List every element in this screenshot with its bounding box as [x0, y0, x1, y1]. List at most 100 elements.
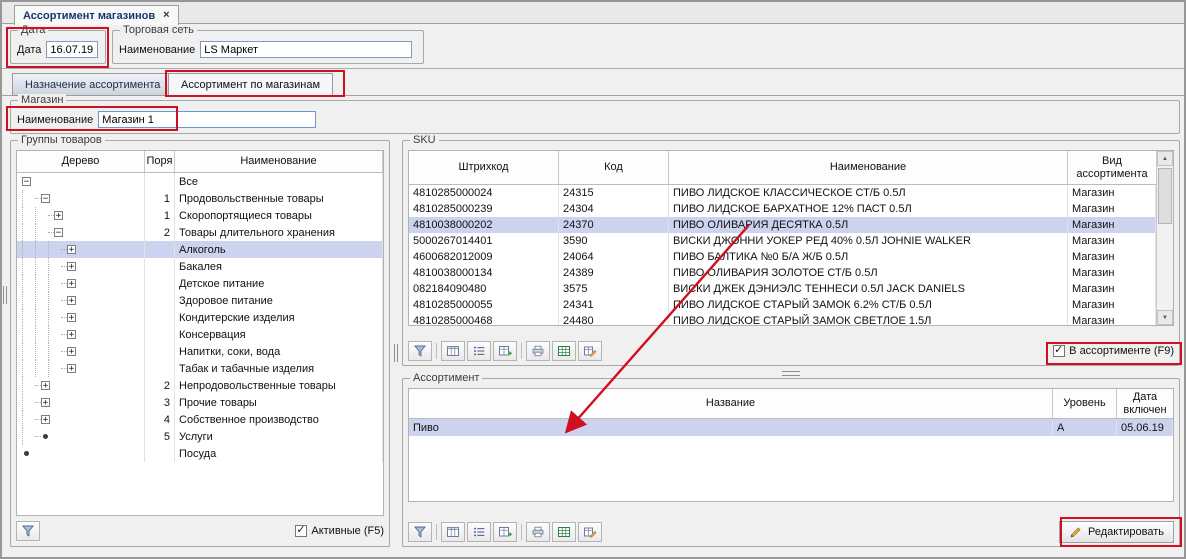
scroll-down-icon[interactable]: ▼ [1157, 310, 1173, 325]
tree-row[interactable]: +Здоровое питание [17, 292, 383, 309]
checkbox-icon[interactable]: ✓ [295, 525, 307, 537]
collapse-icon[interactable]: − [54, 228, 63, 237]
expand-icon[interactable]: + [67, 347, 76, 356]
tree-line [22, 343, 35, 360]
tree-row[interactable]: −Все [17, 173, 383, 190]
sku-barcode: 4810038000134 [409, 265, 559, 281]
groups-table-body: −Все−1Продовольственные товары+1Скоропор… [17, 173, 383, 462]
network-name-label: Наименование [119, 44, 195, 56]
column-header-level[interactable]: Уровень [1053, 389, 1117, 418]
expand-icon[interactable]: + [41, 381, 50, 390]
tree-row[interactable]: +Бакалея [17, 258, 383, 275]
tree-row[interactable]: −2Товары длительного хранения [17, 224, 383, 241]
sku-kind: Магазин [1068, 233, 1156, 249]
expand-icon[interactable]: + [54, 211, 63, 220]
collapse-icon[interactable]: − [22, 177, 31, 186]
tree-row[interactable]: +Табак и табачные изделия [17, 360, 383, 377]
tree-cell: + [17, 377, 145, 394]
filter-icon[interactable] [408, 341, 432, 361]
tree-row[interactable]: +4Собственное производство [17, 411, 383, 428]
print-icon[interactable] [526, 522, 550, 542]
collapse-icon[interactable]: − [41, 194, 50, 203]
tree-row[interactable]: +3Прочие товары [17, 394, 383, 411]
sku-row[interactable]: 481003800020224370ПИВО ОЛИВАРИЯ ДЕСЯТКА … [409, 217, 1156, 233]
excel-icon[interactable] [552, 341, 576, 361]
tree-row[interactable]: Посуда [17, 445, 383, 462]
tree-row[interactable]: +Напитки, соки, вода [17, 343, 383, 360]
column-header-date[interactable]: Дата включен [1117, 389, 1173, 418]
tree-row[interactable]: +Кондитерские изделия [17, 309, 383, 326]
network-name-input[interactable] [200, 41, 412, 58]
table-edit-icon[interactable] [578, 522, 602, 542]
tree-cell: − [17, 173, 145, 190]
list-icon[interactable] [467, 522, 491, 542]
sku-row[interactable]: 481028500046824480ПИВО ЛИДСКОЕ СТАРЫЙ ЗА… [409, 313, 1156, 326]
expand-icon[interactable]: + [67, 313, 76, 322]
expand-icon[interactable]: + [41, 398, 50, 407]
column-header-barcode[interactable]: Штрихкод [409, 151, 559, 184]
sku-name: ВИСКИ ДЖОННИ УОКЕР РЕД 40% 0.5Л JOHNIE W… [669, 233, 1068, 249]
sku-row[interactable]: 481028500023924304ПИВО ЛИДСКОЕ БАРХАТНОЕ… [409, 201, 1156, 217]
add-table-icon[interactable] [493, 522, 517, 542]
tree-row[interactable]: +Детское питание [17, 275, 383, 292]
expand-icon[interactable]: + [67, 364, 76, 373]
column-header-tree[interactable]: Дерево [17, 151, 145, 172]
column-header-kind[interactable]: Вид ассортимента [1068, 151, 1156, 184]
in-assortment-checkbox[interactable]: ✓ В ассортименте (F9) [1053, 345, 1174, 357]
add-table-icon[interactable] [493, 341, 517, 361]
column-header-sku-name[interactable]: Наименование [669, 151, 1068, 184]
checkbox-icon[interactable]: ✓ [1053, 345, 1065, 357]
expand-icon[interactable]: + [67, 245, 76, 254]
columns-icon[interactable] [441, 341, 465, 361]
scrollbar-thumb[interactable] [1158, 168, 1172, 224]
tree-line [22, 411, 35, 428]
expand-icon[interactable]: + [67, 279, 76, 288]
document-tab[interactable]: Ассортимент магазинов × [14, 5, 179, 25]
tree-row[interactable]: +Консервация [17, 326, 383, 343]
sku-row[interactable]: 50002670144013590ВИСКИ ДЖОННИ УОКЕР РЕД … [409, 233, 1156, 249]
expand-icon[interactable]: + [67, 296, 76, 305]
scroll-up-icon[interactable]: ▲ [1157, 151, 1173, 166]
horizontal-splitter[interactable] [782, 371, 800, 376]
tree-row[interactable]: 5Услуги [17, 428, 383, 445]
tree-row[interactable]: +Алкоголь [17, 241, 383, 258]
column-header-order[interactable]: Поря [145, 151, 175, 172]
filter-icon[interactable] [16, 521, 40, 541]
tree-row[interactable]: +1Скоропортящиеся товары [17, 207, 383, 224]
print-icon[interactable] [526, 341, 550, 361]
vertical-splitter[interactable] [394, 344, 398, 362]
expand-icon[interactable]: + [41, 415, 50, 424]
tab-assortment-by-stores[interactable]: Ассортимент по магазинам [168, 73, 333, 96]
sku-row[interactable]: 481028500002424315ПИВО ЛИДСКОЕ КЛАССИЧЕС… [409, 185, 1156, 201]
column-header-code[interactable]: Код [559, 151, 669, 184]
tree-row-order [145, 258, 175, 275]
document-tab-label: Ассортимент магазинов [23, 10, 155, 22]
date-input[interactable] [46, 41, 98, 58]
table-edit-icon[interactable] [578, 341, 602, 361]
tree-line [22, 360, 35, 377]
sku-row[interactable]: 460068201200924064ПИВО БАЛТИКА №0 Б/А Ж/… [409, 249, 1156, 265]
store-name-input[interactable] [98, 111, 316, 128]
tree-row[interactable]: +2Непродовольственные товары [17, 377, 383, 394]
columns-icon[interactable] [441, 522, 465, 542]
column-header-assortment-name[interactable]: Название [409, 389, 1053, 418]
active-filter-checkbox[interactable]: ✓ Активные (F5) [295, 525, 384, 537]
sku-row[interactable]: 0821840904803575ВИСКИ ДЖЕК ДЭНИЭЛС ТЕННЕ… [409, 281, 1156, 297]
excel-icon[interactable] [552, 522, 576, 542]
assortment-row[interactable]: ПивоА05.06.19 [409, 419, 1173, 436]
sku-row[interactable]: 481028500005524341ПИВО ЛИДСКОЕ СТАРЫЙ ЗА… [409, 297, 1156, 313]
column-header-name[interactable]: Наименование [175, 151, 383, 172]
close-icon[interactable]: × [163, 10, 169, 21]
filter-icon[interactable] [408, 522, 432, 542]
list-icon[interactable] [467, 341, 491, 361]
edit-button[interactable]: Редактировать [1059, 521, 1174, 543]
sku-scrollbar[interactable]: ▲ ▼ [1156, 151, 1173, 325]
sku-row[interactable]: 481003800013424389ПИВО ОЛИВАРИЯ ЗОЛОТОЕ … [409, 265, 1156, 281]
view-tabstrip: Назначение ассортимента Ассортимент по м… [2, 69, 1184, 96]
expand-icon[interactable]: + [67, 262, 76, 271]
assortment-title: Ассортимент [410, 372, 482, 384]
expand-icon[interactable]: + [67, 330, 76, 339]
tree-row[interactable]: −1Продовольственные товары [17, 190, 383, 207]
left-edge-splitter[interactable] [3, 286, 7, 304]
tab-assortment-assignment[interactable]: Назначение ассортимента [12, 73, 173, 96]
